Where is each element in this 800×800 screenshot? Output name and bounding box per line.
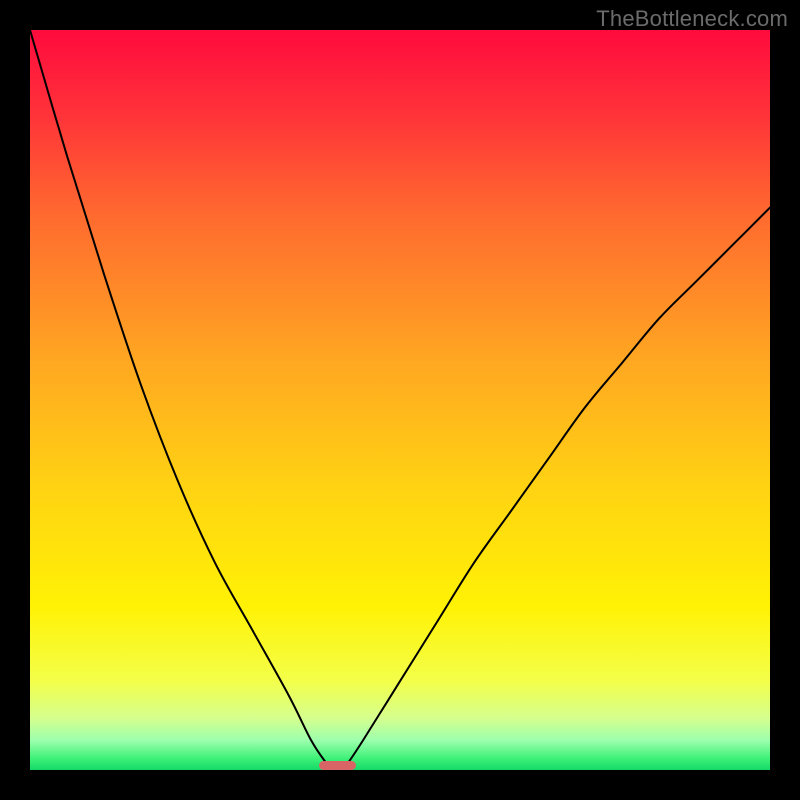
plot-area	[30, 30, 770, 770]
chart-frame: TheBottleneck.com	[0, 0, 800, 800]
watermark-text: TheBottleneck.com	[596, 6, 788, 32]
minimum-marker	[319, 761, 356, 770]
bottleneck-curve	[30, 30, 770, 770]
